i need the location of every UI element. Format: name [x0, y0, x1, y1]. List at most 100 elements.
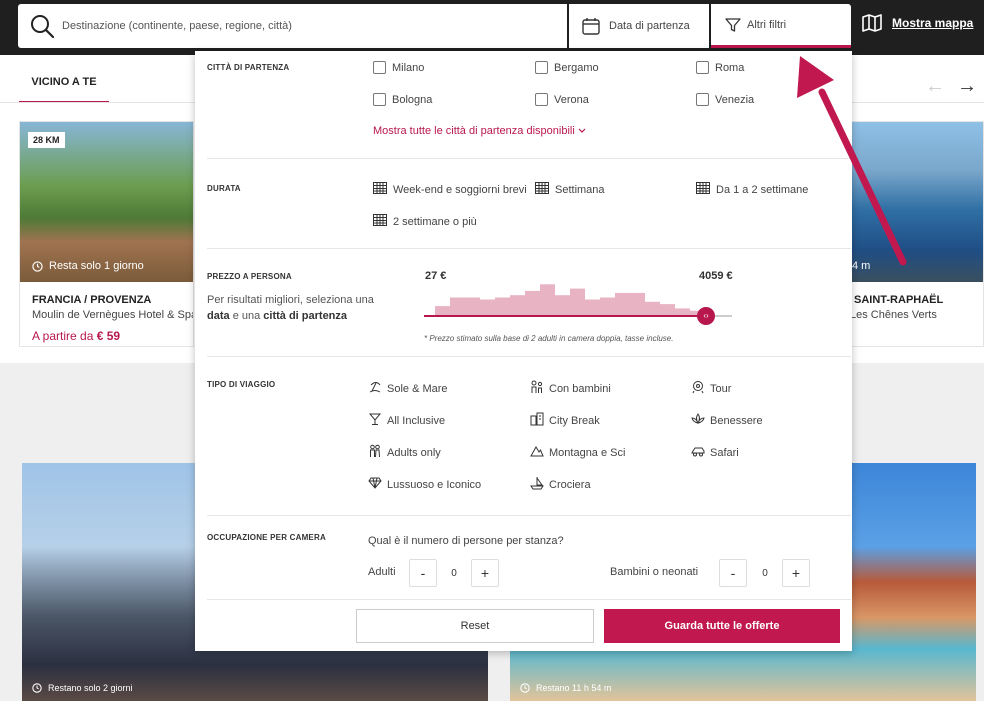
histogram-bar — [495, 297, 510, 315]
time-left-label: Restano 11 h 54 m — [536, 683, 612, 693]
carousel-arrows: ← → — [925, 76, 977, 96]
histogram-bar — [600, 297, 615, 315]
more-filters-button[interactable]: Altri filtri — [711, 4, 851, 48]
clock-icon — [520, 683, 530, 693]
hint-bold-date: data — [207, 310, 230, 322]
city-label: Roma — [715, 61, 745, 74]
city-checkbox-bologna[interactable]: Bologna — [373, 93, 432, 106]
destination-search-box[interactable] — [18, 4, 567, 48]
mountain-icon — [530, 444, 544, 461]
price-prefix: A partire da — [32, 329, 94, 343]
section-title: OCCUPAZIONE PER CAMERA — [207, 533, 326, 542]
duration-label: 2 settimane o più — [393, 215, 477, 228]
time-left-label: 4 m — [852, 260, 871, 272]
trip-type-option[interactable]: Montagna e Sci — [530, 444, 625, 461]
duration-label: Settimana — [555, 183, 605, 196]
beach-icon — [368, 380, 382, 397]
departure-date-label: Data di partenza — [609, 20, 690, 32]
view-all-offers-button[interactable]: Guarda tutte le offerte — [604, 609, 840, 643]
offer-card[interactable]: 28 KM Resta solo 1 giorno FRANCIA / PROV… — [19, 121, 194, 347]
duration-option-weekend[interactable]: Week-end e soggiorni brevi — [373, 182, 527, 197]
city-checkbox-roma[interactable]: Roma — [696, 61, 744, 74]
section-title: TIPO DI VIAGGIO — [207, 380, 276, 389]
city-label: Venezia — [715, 93, 755, 106]
trip-type-option[interactable]: Sole & Mare — [368, 380, 448, 397]
trip-type-label: Sole & Mare — [387, 382, 448, 395]
trip-type-option[interactable]: Benessere — [691, 412, 763, 429]
price-slider-track[interactable] — [424, 315, 732, 317]
price-note: * Prezzo stimato sulla base di 2 adulti … — [424, 334, 674, 343]
histogram-bar — [510, 295, 525, 315]
children-label: Bambini o neonati — [610, 566, 699, 578]
safari-icon — [691, 444, 705, 461]
trip-type-label: City Break — [549, 414, 600, 427]
duration-option-week[interactable]: Settimana — [535, 182, 605, 197]
trip-type-option[interactable]: City Break — [530, 412, 600, 429]
trip-type-label: Safari — [710, 446, 739, 459]
trip-type-option[interactable]: Tour — [691, 380, 731, 397]
time-left-label: Resta solo 1 giorno — [49, 260, 144, 272]
trip-type-label: Crociera — [549, 478, 591, 491]
trip-type-option[interactable]: Crociera — [530, 476, 591, 493]
show-map-link[interactable]: Mostra mappa — [862, 14, 973, 32]
histogram-bar — [615, 292, 630, 315]
histogram-bar — [450, 297, 465, 315]
calendar-icon — [582, 18, 600, 35]
city-checkbox-verona[interactable]: Verona — [535, 93, 589, 106]
occupancy-question: Qual è il numero di persone per stanza? — [368, 535, 564, 547]
city-checkbox-milano[interactable]: Milano — [373, 61, 424, 74]
show-all-cities-link[interactable]: Mostra tutte le città di partenza dispon… — [373, 125, 586, 137]
adults-increment-button[interactable]: + — [471, 559, 499, 587]
city-label: Milano — [392, 61, 425, 74]
cocktail-icon — [368, 412, 382, 429]
children-count: 0 — [762, 568, 768, 579]
adults-decrement-button[interactable]: - — [409, 559, 437, 587]
duration-option-2-weeks-plus[interactable]: 2 settimane o più — [373, 214, 477, 229]
children-increment-button[interactable]: + — [782, 559, 810, 587]
trip-type-option[interactable]: Lussuoso e Iconico — [368, 476, 481, 493]
calendar-grid-icon — [373, 182, 387, 197]
departure-date-button[interactable]: Data di partenza — [569, 4, 709, 48]
children-decrement-button[interactable]: - — [719, 559, 747, 587]
price-slider-handle[interactable]: ‹› — [697, 307, 715, 325]
tab-nearby[interactable]: VICINO A TE — [19, 67, 109, 103]
hint-bold-city: città di partenza — [263, 310, 348, 322]
top-search-bar: Data di partenza Altri filtri Mostra map… — [0, 0, 984, 55]
trip-type-label: Tour — [710, 382, 732, 395]
clock-icon — [32, 260, 43, 272]
trip-type-option[interactable]: Safari — [691, 444, 739, 461]
card-hotel-name: Moulin de Vernègues Hotel & Spa 4* — [32, 309, 193, 321]
time-left: Restano 11 h 54 m — [520, 683, 611, 693]
histogram-bar — [630, 292, 645, 315]
destination-input[interactable] — [62, 20, 542, 32]
trip-type-option[interactable]: Con bambini — [530, 380, 611, 397]
show-all-label: Mostra tutte le città di partenza dispon… — [373, 125, 575, 137]
price-histogram — [435, 284, 705, 315]
price-min-label: 27 € — [425, 270, 447, 282]
price-slider-fill — [424, 315, 708, 317]
trip-type-option[interactable]: All Inclusive — [368, 412, 445, 429]
duration-section: DURATA Week-end e soggiorni brevi Settim… — [207, 160, 851, 249]
ship-icon — [530, 476, 544, 493]
occupancy-section: OCCUPAZIONE PER CAMERA Qual è il numero … — [207, 517, 851, 600]
time-left: Resta solo 1 giorno — [32, 260, 144, 272]
trip-type-label: Lussuoso e Iconico — [387, 478, 482, 491]
funnel-icon — [725, 17, 741, 32]
city-checkbox-bergamo[interactable]: Bergamo — [535, 61, 599, 74]
arrow-right-icon[interactable]: → — [957, 76, 977, 96]
histogram-bar — [585, 299, 600, 315]
hint-text: e una — [232, 310, 261, 322]
section-title: DURATA — [207, 184, 241, 193]
city-checkbox-venezia[interactable]: Venezia — [696, 93, 754, 106]
calendar-grid-icon — [373, 214, 387, 229]
histogram-bar — [465, 297, 480, 315]
price-section: PREZZO A PERSONA Per risultati migliori,… — [207, 250, 851, 357]
trip-type-label: Adults only — [387, 446, 441, 459]
trip-type-option[interactable]: Adults only — [368, 444, 441, 461]
filters-panel: CITTÀ DI PARTENZA Milano Bergamo Roma Bo… — [195, 51, 852, 651]
duration-option-1-2-weeks[interactable]: Da 1 a 2 settimane — [696, 182, 808, 197]
arrow-left-icon[interactable]: ← — [925, 76, 945, 96]
reset-button[interactable]: Reset — [356, 609, 594, 643]
couple-icon — [368, 444, 382, 461]
histogram-bar — [435, 306, 450, 315]
